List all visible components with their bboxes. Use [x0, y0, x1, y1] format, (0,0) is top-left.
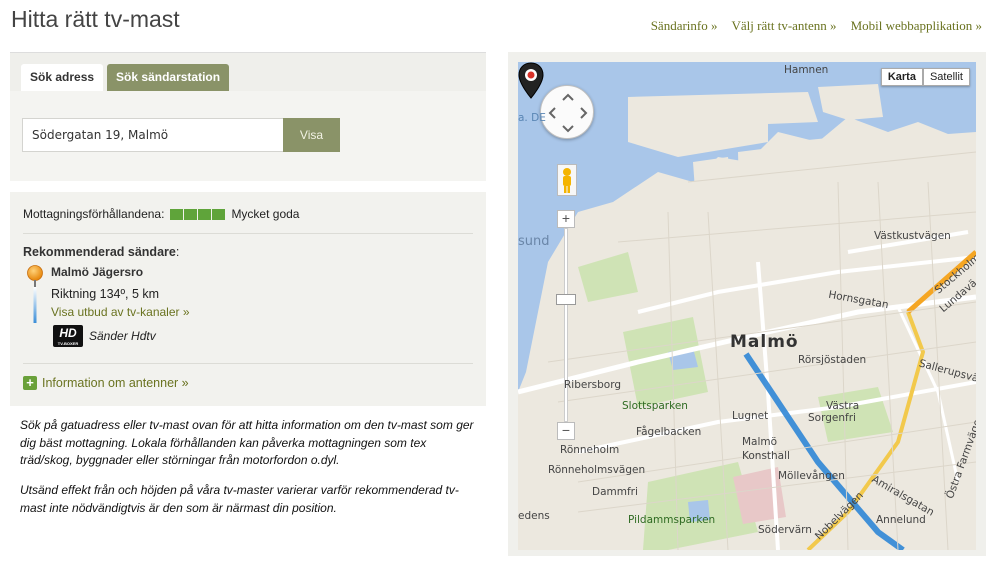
- divider: [23, 233, 473, 234]
- map-label-hamnen: Hamnen: [784, 64, 829, 76]
- map-label-malmo: Malmö: [730, 332, 799, 352]
- hd-badge-text: HD: [59, 326, 77, 340]
- tab-sok-adress[interactable]: Sök adress: [21, 64, 104, 91]
- map-label-mollevangen: Möllevången: [778, 470, 845, 482]
- location-marker-icon[interactable]: [518, 62, 544, 100]
- map-label-rorsjostaden: Rörsjöstaden: [798, 354, 867, 366]
- pan-arrows-icon: [548, 93, 588, 133]
- map-label-slottsparken: Slottsparken: [622, 400, 688, 412]
- map-label-sorgenfri: Sorgenfri: [808, 412, 856, 424]
- map-label-lugnet: Lugnet: [732, 410, 769, 422]
- reception-row: Mottagningsförhållandena: Mycket goda: [23, 207, 299, 221]
- show-channels-link[interactable]: Visa utbud av tv-kanaler »: [51, 305, 190, 319]
- map-label-edens: edens: [518, 510, 550, 522]
- map-label-pildammsparken: Pildammsparken: [628, 514, 716, 526]
- map-label-de: a. DE: [518, 112, 546, 124]
- reception-level: Mycket goda: [231, 207, 300, 221]
- hd-badge-sub: TV-BOXER: [57, 341, 79, 346]
- map-type-control: Karta Satellit: [880, 68, 970, 86]
- antenna-info-toggle[interactable]: + Information om antenner »: [23, 376, 189, 390]
- tab-sok-sandarstation[interactable]: Sök sändarstation: [107, 64, 230, 91]
- antenna-info-label: Information om antenner »: [42, 376, 189, 390]
- pegman-figure-icon: [563, 168, 571, 193]
- description-paragraph-2: Utsänd effekt från och höjden på våra tv…: [20, 483, 459, 515]
- recommended-label: Rekommenderad sändare: [23, 245, 176, 259]
- map-label-ronneholmsvagen: Rönneholmsvägen: [548, 464, 646, 476]
- description-paragraph-1: Sök på gatuadress eller tv-mast ovan för…: [20, 418, 474, 467]
- map-label-fagelbacken: Fågelbacken: [636, 426, 702, 438]
- map-label-konsthall-line2: Konsthall: [742, 450, 790, 462]
- street-view-pegman-icon[interactable]: [557, 164, 577, 196]
- zoom-slider-handle[interactable]: [556, 294, 576, 305]
- pan-control[interactable]: [540, 85, 594, 139]
- search-box: Sök adress Sök sändarstation Visa: [10, 52, 486, 181]
- signal-bars: [170, 208, 226, 220]
- station-name: Malmö Jägersro: [51, 265, 144, 279]
- map-label-sodervarn: Södervärn: [758, 524, 812, 536]
- reception-label: Mottagningsförhållandena:: [23, 207, 165, 221]
- nav-mobil-app-link[interactable]: Mobil webbapplikation »: [851, 18, 982, 34]
- signal-bar: [198, 208, 212, 220]
- map[interactable]: Karta Satellit + − Hamnen a. DE sund Mal…: [518, 62, 976, 550]
- station-direction: Riktning 134º, 5 km: [51, 287, 160, 301]
- map-type-satellit-button[interactable]: Satellit: [922, 68, 970, 86]
- map-container: Karta Satellit + − Hamnen a. DE sund Mal…: [508, 52, 986, 556]
- zoom-slider-track[interactable]: [564, 228, 568, 422]
- top-nav: Sändarinfo » Välj rätt tv-antenn » Mobil…: [651, 18, 982, 34]
- plus-icon: +: [23, 376, 37, 390]
- recommended-colon: :: [175, 245, 180, 259]
- signal-bar: [184, 208, 198, 220]
- hd-icon: HD TV-BOXER: [53, 325, 83, 347]
- page-title: Hitta rätt tv-mast: [11, 6, 180, 32]
- recommended-heading: Rekommenderad sändare:: [23, 245, 179, 259]
- map-type-karta-button[interactable]: Karta: [880, 68, 923, 86]
- signal-bar: [212, 208, 226, 220]
- map-label-annelund: Annelund: [876, 514, 926, 526]
- zoom-out-button[interactable]: −: [557, 422, 575, 440]
- map-label-dammfri: Dammfri: [592, 486, 638, 498]
- result-box: Mottagningsförhållandena: Mycket goda Re…: [10, 192, 486, 406]
- map-label-konsthall-line1: Malmö: [742, 436, 778, 448]
- map-label-sund: sund: [518, 234, 550, 249]
- station-pin-icon: [27, 265, 43, 323]
- hdtv-label: Sänder Hdtv: [89, 329, 156, 343]
- map-label-vastra: Västra: [826, 400, 860, 412]
- map-label-vastkustvagen: Västkustvägen: [874, 230, 951, 242]
- zoom-in-button[interactable]: +: [557, 210, 575, 228]
- nav-sandarinfo-link[interactable]: Sändarinfo »: [651, 18, 718, 34]
- divider: [23, 363, 473, 364]
- map-label-ronneholm: Rönneholm: [560, 444, 620, 456]
- address-input[interactable]: [22, 118, 284, 152]
- nav-valj-antenn-link[interactable]: Välj rätt tv-antenn »: [732, 18, 837, 34]
- map-label-ribersborg: Ribersborg: [564, 379, 622, 391]
- search-tabs: Sök adress Sök sändarstation: [21, 64, 230, 91]
- signal-bar: [170, 208, 184, 220]
- visa-button[interactable]: Visa: [283, 118, 340, 152]
- search-panel: Visa: [10, 91, 486, 181]
